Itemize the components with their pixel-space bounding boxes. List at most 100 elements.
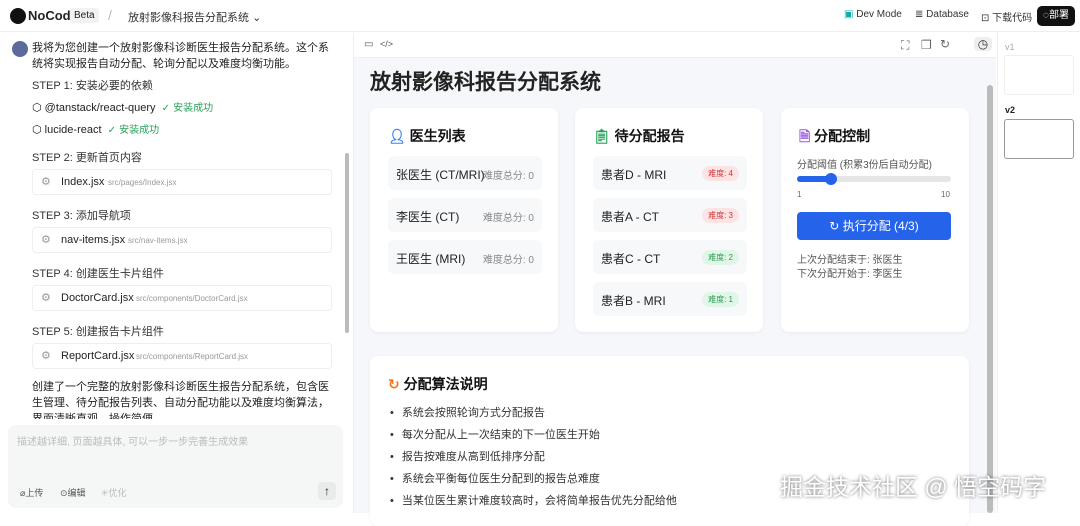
gear-icon: ⚙	[41, 292, 51, 304]
upload-button[interactable]: ⌀上传	[20, 486, 43, 499]
version-thumbnail-v1[interactable]	[1004, 55, 1074, 95]
slider-max: 10	[941, 190, 950, 199]
top-bar: NoCode Beta / 放射影像科报告分配系统 ⌄ ▣ Dev Mode ≣…	[0, 0, 1080, 32]
download-label: 下载代码	[992, 13, 1033, 24]
edit-button[interactable]: ⊙编辑	[60, 486, 86, 499]
card-title: 分配算法说明	[403, 376, 488, 392]
file-item[interactable]: ⚙ nav-items.jsx src/nav-items.jsx	[32, 227, 332, 253]
target-icon: ⊙	[60, 488, 68, 498]
clipboard-icon: 📋︎	[593, 128, 611, 144]
database-button[interactable]: ≣ Database	[915, 9, 969, 20]
terminal-icon: ⊡	[981, 13, 990, 24]
preview-toolbar: ▭ </> ⛶ ❐ ↻ ◷	[354, 33, 997, 58]
dependency-name: @tanstack/react-query	[44, 102, 156, 114]
version-label: v1	[1005, 42, 1015, 52]
code-icon[interactable]: </>	[380, 39, 393, 49]
report-name: 患者B - MRI	[601, 294, 666, 308]
copy-icon[interactable]: ❐	[921, 38, 932, 52]
allocation-control-card: 🗎 分配控制 分配阈值 (积累3份后自动分配) 1 10 ↻ 执行分配 (4/3…	[781, 108, 969, 332]
algorithm-item: 系统会按照轮询方式分配报告	[390, 404, 677, 426]
check-icon: ✓	[107, 125, 117, 136]
algorithm-item: 系统会平衡每位医生分配到的报告总难度	[390, 470, 677, 492]
version-thumbnail-v2[interactable]	[1004, 119, 1074, 159]
gear-icon: ⚙	[41, 234, 51, 246]
doctor-row[interactable]: 王医生 (MRI) 难度总分: 0	[388, 240, 542, 274]
step-title: STEP 1: 安装必要的依赖	[32, 80, 153, 92]
doctor-name: 李医生 (CT)	[396, 210, 460, 224]
file-path: src/pages/Index.jsx	[108, 178, 177, 187]
refresh-icon[interactable]: ↻	[940, 37, 950, 51]
send-button[interactable]: ↑	[318, 482, 336, 500]
report-row[interactable]: 患者A - CT 难度: 3	[593, 198, 747, 232]
database-icon: ≣	[915, 9, 924, 20]
dependency-item: ⬡ @tanstack/react-query ✓ 安装成功	[32, 99, 213, 114]
step-title: STEP 4: 创建医生卡片组件	[32, 268, 164, 280]
refresh-icon: ↻	[388, 376, 400, 392]
report-row[interactable]: 患者D - MRI 难度: 4	[593, 156, 747, 190]
file-name: DoctorCard.jsx	[61, 292, 134, 304]
report-row[interactable]: 患者B - MRI 难度: 1	[593, 282, 747, 316]
difficulty-badge: 难度: 3	[702, 208, 739, 223]
difficulty-badge: 难度: 1	[702, 292, 739, 307]
step-title: STEP 5: 创建报告卡片组件	[32, 326, 164, 338]
deploy-button[interactable]: ◌部署	[1037, 6, 1075, 26]
last-allocation: 上次分配结束于: 张医生	[797, 255, 903, 266]
prompt-input[interactable]: 描述越详细, 页面越具体, 可以一步一步完善生成效果	[17, 433, 248, 448]
report-name: 患者C - CT	[601, 252, 661, 266]
download-button[interactable]: ⊡ 下载代码	[981, 9, 1032, 24]
file-text-icon: 🗎	[799, 128, 811, 144]
step-title: STEP 3: 添加导航项	[32, 210, 131, 222]
gear-icon: ⚙	[41, 176, 51, 188]
chevron-down-icon: ⌄	[252, 12, 262, 24]
file-name: Index.jsx	[61, 176, 105, 188]
threshold-slider[interactable]	[797, 173, 951, 185]
execute-allocation-button[interactable]: ↻ 执行分配 (4/3)	[797, 212, 951, 240]
optimize-button[interactable]: ✳优化	[101, 486, 127, 499]
chat-scrollbar[interactable]	[345, 153, 349, 333]
doctor-score: 难度总分: 0	[482, 213, 534, 224]
dependency-status: 安装成功	[119, 125, 160, 136]
edit-label: 编辑	[67, 488, 86, 498]
prompt-input-box[interactable]: 描述越详细, 页面越具体, 可以一步一步完善生成效果 ⌀上传 ⊙编辑 ✳优化 ↑	[8, 425, 343, 508]
doctor-row[interactable]: 张医生 (CT/MRI) 难度总分: 0	[388, 156, 542, 190]
deploy-label: 部署	[1048, 10, 1069, 21]
card-header: ↻ 分配算法说明	[388, 374, 488, 394]
versions-panel: v1 v2	[997, 33, 1080, 513]
user-icon: 👤︎	[388, 128, 406, 144]
doctor-name: 王医生 (MRI)	[396, 252, 466, 266]
file-path: src/components/ReportCard.jsx	[136, 352, 249, 361]
doctor-name: 张医生 (CT/MRI)	[396, 168, 485, 182]
beta-badge: Beta	[70, 8, 99, 23]
slider-handle[interactable]	[825, 173, 838, 185]
check-icon: ✓	[161, 103, 171, 114]
refresh-icon: ↻	[829, 219, 840, 233]
doctor-list-card: 👤︎ 医生列表 张医生 (CT/MRI) 难度总分: 0 李医生 (CT) 难度总分…	[370, 108, 558, 332]
assistant-summary: 创建了一个完整的放射影像科诊断医生报告分配系统，包含医生管理、待分配报告列表、自…	[32, 381, 329, 419]
file-item[interactable]: ⚙ ReportCard.jsx src/components/ReportCard…	[32, 343, 332, 369]
history-icon[interactable]: ◷	[974, 37, 992, 51]
dependency-name: lucide-react	[44, 124, 102, 136]
watermark: 掘金技术社区 @ 悟空码字	[780, 474, 1047, 500]
version-label: v2	[1005, 105, 1016, 115]
project-selector[interactable]: 放射影像科报告分配系统 ⌄	[128, 9, 261, 25]
page-title: 放射影像科报告分配系统	[370, 71, 601, 94]
preview-panel: ▭ </> ⛶ ❐ ↻ ◷ 放射影像科报告分配系统 👤︎ 医生列表 张医生 (C…	[353, 33, 997, 526]
next-allocation: 下次分配开始于: 李医生	[797, 269, 903, 280]
preview-icon[interactable]: ▭	[364, 39, 373, 50]
file-item[interactable]: ⚙ Index.jsx src/pages/Index.jsx	[32, 169, 332, 195]
assistant-message: 我将为您创建一个放射影像科诊断医生报告分配系统。这个系统将实现报告自动分配、轮询…	[32, 42, 329, 70]
file-item[interactable]: ⚙ DoctorCard.jsx src/components/DoctorCard…	[32, 285, 332, 311]
report-row[interactable]: 患者C - CT 难度: 2	[593, 240, 747, 274]
file-name: ReportCard.jsx	[61, 350, 135, 362]
preview-scrollbar[interactable]	[987, 85, 993, 513]
package-icon: ⬡	[32, 124, 42, 136]
step-title: STEP 2: 更新首页内容	[32, 152, 142, 164]
difficulty-badge: 难度: 2	[702, 250, 739, 265]
algorithm-item: 当某位医生累计难度较高时，会将简单报告优先分配给他	[390, 492, 677, 514]
report-name: 患者A - CT	[601, 210, 660, 224]
doctor-row[interactable]: 李医生 (CT) 难度总分: 0	[388, 198, 542, 232]
fullscreen-icon[interactable]: ⛶	[901, 38, 909, 53]
optimize-label: 优化	[108, 488, 127, 498]
card-header: 📋︎ 待分配报告	[593, 126, 685, 146]
dev-mode-button[interactable]: ▣ Dev Mode	[844, 9, 902, 20]
